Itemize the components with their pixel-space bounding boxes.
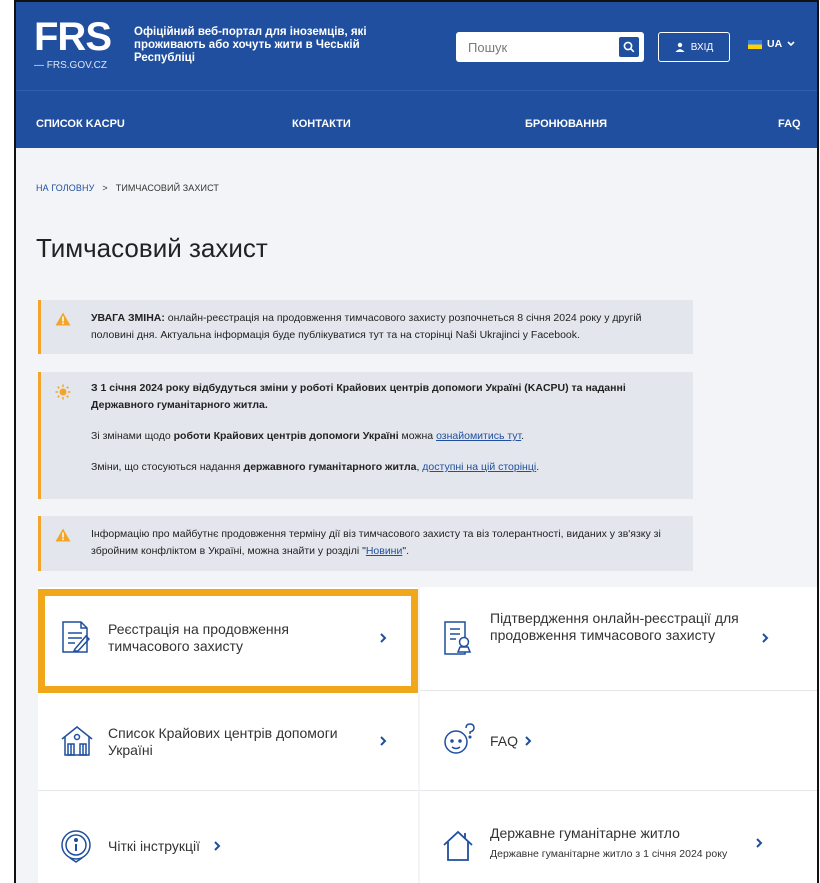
card-title: Чіткі інструкції — [108, 838, 201, 854]
warning-icon — [55, 528, 71, 542]
notice-body: онлайн-реєстрація на продовження тимчасо… — [91, 312, 642, 341]
site-header: FRS — FRS.GOV.CZ Офіційний веб-портал дл… — [16, 2, 817, 90]
breadcrumb-current: ТИМЧАСОВИЙ ЗАХИСТ — [115, 183, 219, 193]
site-tagline: Офіційний веб-портал для іноземців, які … — [134, 26, 367, 64]
breadcrumb: НА ГОЛОВНУ > ТИМЧАСОВИЙ ЗАХИСТ — [36, 183, 219, 193]
login-label: ВХІД — [690, 41, 714, 53]
notice-line-kacpu: Зі змінами щодо роботи Крайових центрів … — [41, 428, 693, 445]
logo-subtitle: — FRS.GOV.CZ — [34, 60, 107, 71]
notice-line-kacpu-strong: роботи Крайових центрів допомоги Україні — [173, 430, 399, 442]
card-kacpu-list[interactable]: Список Крайових центрів допомоги Україні — [38, 691, 418, 791]
card-title: Реєстрація на продовження тимчасового за… — [108, 621, 289, 654]
notice-heading-text: З 1 січня 2024 року відбудуться зміни у … — [91, 382, 626, 411]
certificate-icon — [444, 621, 472, 655]
card-subtitle: Державне гуманітарне житло з 1 січня 202… — [490, 848, 728, 860]
logo-mark: FRS — [34, 15, 112, 59]
card-title: Державне гуманітарне житло Державне гуман… — [490, 825, 790, 860]
card-title: Підтвердження онлайн-реєстрації для прод… — [490, 610, 739, 643]
search-box — [456, 32, 644, 62]
form-icon — [62, 621, 91, 653]
nav-item-kacpu-list[interactable]: СПИСОК KACPU — [36, 118, 125, 130]
notice-visa-extension: Інформацію про майбутнє продовження терм… — [38, 516, 693, 571]
browser-frame: FRS — FRS.GOV.CZ Офіційний веб-портал дл… — [14, 0, 819, 883]
card-registration-confirmation[interactable]: Підтвердження онлайн-реєстрації для прод… — [420, 587, 817, 691]
notice-line-kacpu-mid: можна — [398, 430, 437, 442]
user-icon — [675, 42, 685, 52]
chevron-right-icon — [380, 736, 387, 746]
kacpu-changes-link[interactable]: ознайомитись тут — [436, 430, 521, 442]
chevron-right-icon — [525, 736, 532, 746]
house-icon — [61, 726, 93, 756]
help-face-icon — [444, 723, 475, 754]
notice-line-housing-strong: державного гуманітарного житла — [243, 461, 417, 473]
breadcrumb-home-link[interactable]: НА ГОЛОВНУ — [36, 183, 94, 193]
main-nav: СПИСОК KACPU КОНТАКТИ БРОНЮВАННЯ FAQ — [16, 90, 817, 148]
card-humanitarian-housing[interactable]: Державне гуманітарне житло Державне гуман… — [420, 791, 817, 883]
ua-flag-icon — [748, 39, 762, 49]
notice-line-housing-pre: Зміни, що стосуються надання — [91, 461, 244, 473]
chevron-right-icon — [380, 633, 387, 643]
housing-changes-link[interactable]: доступні на цій сторінці — [422, 461, 536, 473]
card-title: FAQ — [490, 733, 519, 749]
login-button[interactable]: ВХІД — [658, 32, 730, 62]
notice-kacpu-changes: З 1 січня 2024 року відбудуться зміни у … — [38, 372, 693, 499]
service-cards: Реєстрація на продовження тимчасового за… — [38, 587, 817, 883]
card-registration-extension[interactable]: Реєстрація на продовження тимчасового за… — [38, 587, 418, 691]
chevron-right-icon — [756, 838, 763, 848]
chevron-right-icon — [762, 633, 769, 643]
notice-heading: З 1 січня 2024 року відбудуться зміни у … — [41, 380, 693, 414]
home-outline-icon — [443, 830, 473, 861]
language-selector[interactable]: UA — [748, 38, 795, 50]
nav-item-booking[interactable]: БРОНЮВАННЯ — [525, 118, 607, 130]
notice-line-housing-end: . — [536, 461, 540, 473]
card-title: Список Крайових центрів допомоги Україні — [108, 725, 338, 758]
search-button[interactable] — [619, 37, 639, 57]
notice-registration-change: УВАГА ЗМІНА: онлайн-реєстрація на продов… — [38, 300, 693, 354]
language-label: UA — [767, 38, 783, 50]
notice-line-housing: Зміни, що стосуються надання державного … — [41, 459, 693, 476]
card-faq[interactable]: FAQ — [420, 691, 817, 791]
nav-item-faq[interactable]: FAQ — [778, 118, 801, 130]
chevron-down-icon — [787, 41, 795, 47]
notice-line-kacpu-end: . — [521, 430, 525, 442]
search-input[interactable] — [456, 32, 606, 62]
news-link[interactable]: Новини — [366, 545, 403, 557]
notice-text: УВАГА ЗМІНА: онлайн-реєстрація на продов… — [41, 310, 693, 344]
frs-logo[interactable]: FRS — FRS.GOV.CZ — [34, 15, 112, 71]
page-title: Тимчасовий захист — [36, 233, 268, 263]
breadcrumb-separator: > — [102, 183, 108, 193]
notice-strong: УВАГА ЗМІНА: — [91, 312, 165, 324]
notice-line-kacpu-pre: Зі змінами щодо — [91, 430, 174, 442]
card-instructions[interactable]: Чіткі інструкції — [38, 791, 418, 883]
chevron-right-icon — [214, 841, 221, 851]
sun-icon — [55, 384, 71, 400]
card-title-text: Державне гуманітарне житло — [490, 825, 680, 841]
notice-body-end: ". — [402, 545, 409, 557]
search-icon — [623, 41, 635, 53]
notice-text: Інформацію про майбутнє продовження терм… — [41, 526, 693, 560]
warning-icon — [55, 312, 71, 326]
nav-item-contacts[interactable]: КОНТАКТИ — [292, 118, 351, 130]
info-icon — [61, 830, 91, 863]
